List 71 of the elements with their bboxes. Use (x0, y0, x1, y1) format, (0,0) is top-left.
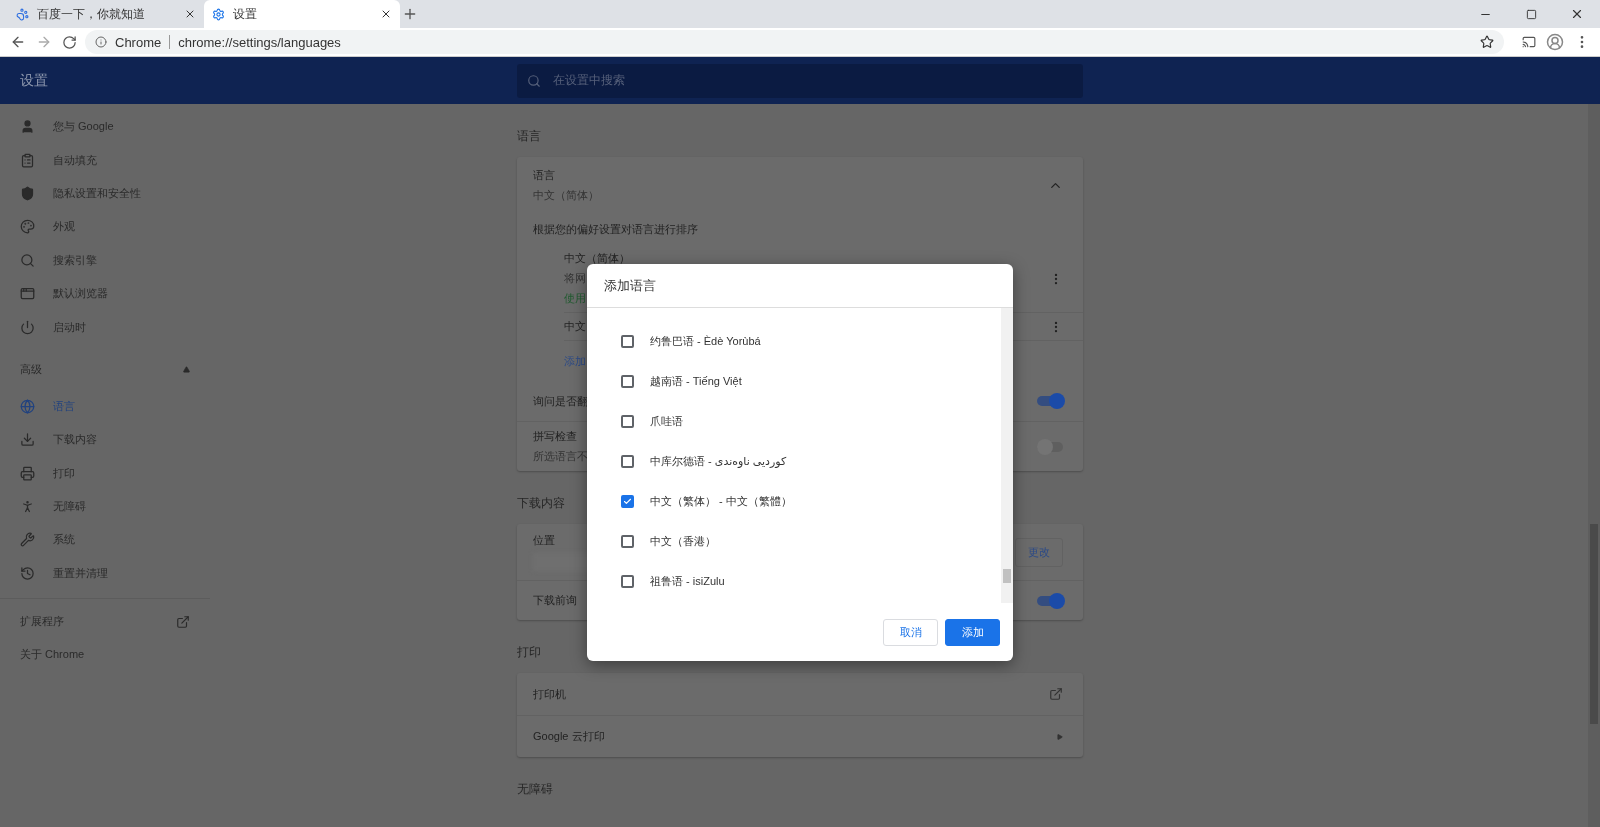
order-hint: 根据您的偏好设置对语言进行排序 (533, 221, 698, 237)
external-link-icon (1049, 687, 1063, 701)
section-title: 语言 (517, 128, 541, 145)
card-title: 语言 (533, 167, 555, 183)
close-icon[interactable] (184, 8, 196, 20)
external-link-icon (176, 614, 190, 629)
printer-icon (20, 465, 35, 481)
setting-label: 拼写检查 (533, 429, 577, 444)
checkbox[interactable] (621, 534, 634, 548)
section-title: 打印 (517, 644, 541, 661)
section-title: 无障碍 (517, 781, 553, 798)
person-icon (20, 119, 35, 135)
history-icon (20, 565, 35, 581)
toggle-switch[interactable] (1037, 595, 1063, 606)
close-icon[interactable] (380, 8, 392, 20)
download-icon (20, 432, 35, 448)
scrollbar[interactable] (1588, 104, 1600, 827)
setting-label: 询问是否翻 (533, 393, 588, 409)
settings-row[interactable]: 打印机 (517, 673, 1083, 715)
scrollbar[interactable] (1001, 308, 1013, 603)
shield-icon (20, 185, 35, 201)
clipboard-icon (20, 152, 35, 168)
window-icon (20, 286, 35, 302)
close-icon[interactable] (1570, 7, 1584, 21)
language-name: 中文（简体） (564, 251, 630, 266)
palette-icon (20, 219, 35, 235)
section-title: 下载内容 (517, 495, 565, 512)
checkbox[interactable] (621, 454, 634, 468)
search-icon (527, 73, 541, 88)
bookmark-star-icon[interactable] (1480, 35, 1494, 49)
language-name: 中文 (564, 319, 586, 334)
language-option[interactable]: 约鲁巴语 - Èdè Yorùbá (587, 321, 1001, 361)
figure-icon (20, 499, 35, 515)
address-bar[interactable]: Chrome chrome://settings/languages (85, 30, 1504, 54)
checkbox[interactable] (621, 334, 634, 348)
search-field[interactable]: 在设置中搜索 (517, 63, 1083, 98)
caret-right-icon (1057, 733, 1063, 740)
setting-label: 位置 (533, 533, 555, 548)
caret-up-icon (183, 366, 190, 374)
gear-icon (212, 7, 225, 21)
toggle-switch[interactable] (1037, 396, 1063, 406)
sidebar-item[interactable]: 语言 (0, 389, 210, 424)
language-option[interactable]: 祖鲁语 - isiZulu (587, 561, 1001, 601)
change-button[interactable]: 更改 (1015, 537, 1063, 567)
info-icon (95, 36, 107, 48)
globe-icon (20, 398, 35, 414)
profile-avatar[interactable] (1544, 31, 1566, 53)
checkbox[interactable] (621, 374, 634, 388)
cancel-button[interactable]: 取消 (883, 618, 938, 646)
language-option[interactable]: 越南语 - Tiếng Việt (587, 361, 1001, 401)
checkbox[interactable] (621, 494, 634, 508)
dialog-title: 添加语言 (587, 264, 1013, 308)
page-title: 设置 (19, 71, 49, 90)
add-button[interactable]: 添加 (945, 618, 1000, 646)
restore-icon[interactable] (1525, 8, 1537, 20)
power-icon (20, 319, 35, 335)
wrench-icon (20, 532, 35, 548)
language-status: 使用 (564, 291, 586, 306)
sidebar-item[interactable]: 系统 (0, 523, 210, 557)
paw-icon (16, 7, 29, 21)
setting-label: 下载前询 (533, 593, 577, 608)
checkbox[interactable] (621, 574, 634, 588)
language-option[interactable]: 爪哇语 (587, 401, 1001, 441)
language-option[interactable]: 中库尔德语 - کوردیی ناوەندی (587, 441, 1001, 481)
search-icon (20, 252, 35, 268)
language-option[interactable]: 中文（香港） (587, 521, 1001, 561)
browser-tab[interactable]: 设置 (204, 0, 400, 28)
language-option[interactable]: 中文（繁体） - 中文（繁體） (587, 481, 1001, 521)
browser-tab[interactable]: 百度一下，你就知道 (8, 0, 204, 28)
checkbox[interactable] (621, 414, 634, 428)
settings-row[interactable]: Google 云打印 (517, 715, 1083, 757)
